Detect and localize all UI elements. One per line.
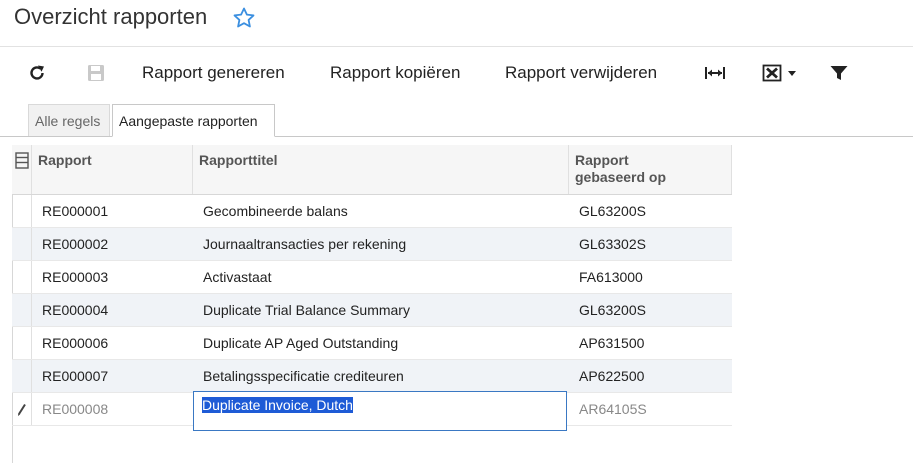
row-selector[interactable]	[12, 228, 32, 260]
chevron-down-icon	[788, 71, 796, 76]
cell-report[interactable]: RE000001	[32, 195, 193, 227]
cell-based-on[interactable]: FA613000	[569, 261, 732, 293]
refresh-button[interactable]	[27, 56, 47, 90]
cell-report-title[interactable]: Activastaat	[193, 261, 569, 293]
tab-custom-reports[interactable]: Aangepaste rapporten	[112, 104, 275, 137]
cell-based-on[interactable]: AP622500	[569, 360, 732, 392]
column-settings-icon	[15, 152, 29, 169]
report-title-edit-field[interactable]: Duplicate Invoice, Dutch	[193, 391, 567, 431]
cell-report-title[interactable]: Duplicate AP Aged Outstanding	[193, 327, 569, 359]
cell-report[interactable]: RE000007	[32, 360, 193, 392]
table-row[interactable]: RE000002 Journaaltransacties per rekenin…	[12, 228, 732, 261]
filter-icon	[830, 66, 848, 80]
cell-based-on[interactable]: AP631500	[569, 327, 732, 359]
cell-report[interactable]: RE000003	[32, 261, 193, 293]
cell-based-on[interactable]: GL63200S	[569, 195, 732, 227]
row-selector[interactable]	[12, 327, 32, 359]
refresh-icon	[30, 65, 44, 80]
column-header-based-on[interactable]: Rapport gebaseerd op	[569, 145, 732, 194]
row-selector[interactable]	[12, 393, 32, 425]
row-selector[interactable]	[12, 261, 32, 293]
fit-width-icon	[705, 67, 725, 79]
page-title: Overzicht rapporten	[14, 4, 208, 29]
cell-report[interactable]: RE000002	[32, 228, 193, 260]
cell-report-title[interactable]: Journaaltransacties per rekening	[193, 228, 569, 260]
toolbar: Rapport genereren Rapport kopiëren Rappo…	[0, 56, 913, 90]
title-bar: Overzicht rapporten	[0, 0, 913, 47]
selected-text: Duplicate Invoice, Dutch	[202, 397, 353, 413]
delete-report-button[interactable]: Rapport verwijderen	[505, 56, 657, 90]
row-selector[interactable]	[12, 360, 32, 392]
cell-report-title[interactable]: Gecombineerde balans	[193, 195, 569, 227]
column-header-report[interactable]: Rapport	[32, 145, 193, 194]
row-selector[interactable]	[12, 294, 32, 326]
table-row-editing[interactable]: RE000008 Duplicate Invoice, Dutch AR6410…	[12, 391, 732, 431]
pencil-icon	[18, 403, 26, 416]
favorite-star-icon[interactable]	[232, 6, 256, 30]
cell-report[interactable]: RE000006	[32, 327, 193, 359]
save-icon	[88, 65, 104, 81]
copy-report-button[interactable]: Rapport kopiëren	[330, 56, 460, 90]
excel-icon	[762, 64, 782, 82]
cell-report[interactable]: RE000004	[32, 294, 193, 326]
generate-report-button[interactable]: Rapport genereren	[142, 56, 285, 90]
cell-report-title[interactable]: Duplicate Trial Balance Summary	[193, 294, 569, 326]
tab-all-rules[interactable]: Alle regels	[28, 104, 110, 136]
table-row[interactable]: RE000003 Activastaat FA613000	[12, 261, 732, 294]
save-button[interactable]	[86, 56, 106, 90]
tab-bar: Alle regels Aangepaste rapporten	[0, 104, 913, 137]
table-row[interactable]: RE000006 Duplicate AP Aged Outstanding A…	[12, 327, 732, 360]
export-excel-button[interactable]	[762, 56, 798, 90]
table-row[interactable]: RE000004 Duplicate Trial Balance Summary…	[12, 294, 732, 327]
grid-header: Rapport Rapporttitel Rapport gebaseerd o…	[12, 145, 732, 195]
cell-based-on[interactable]: GL63200S	[569, 294, 732, 326]
cell-report[interactable]: RE000008	[32, 393, 193, 425]
column-header-report-title[interactable]: Rapporttitel	[193, 145, 569, 194]
cell-report-title[interactable]: Betalingsspecificatie crediteuren	[193, 360, 569, 392]
cell-based-on[interactable]: GL63302S	[569, 228, 732, 260]
row-selector[interactable]	[12, 195, 32, 227]
table-row[interactable]: RE000007 Betalingsspecificatie crediteur…	[12, 360, 732, 393]
cell-based-on[interactable]: AR64105S	[569, 393, 732, 425]
column-chooser-button[interactable]	[12, 145, 32, 194]
fit-columns-button[interactable]	[704, 56, 726, 90]
table-row[interactable]: RE000001 Gecombineerde balans GL63200S	[12, 195, 732, 228]
filter-button[interactable]	[829, 56, 849, 90]
